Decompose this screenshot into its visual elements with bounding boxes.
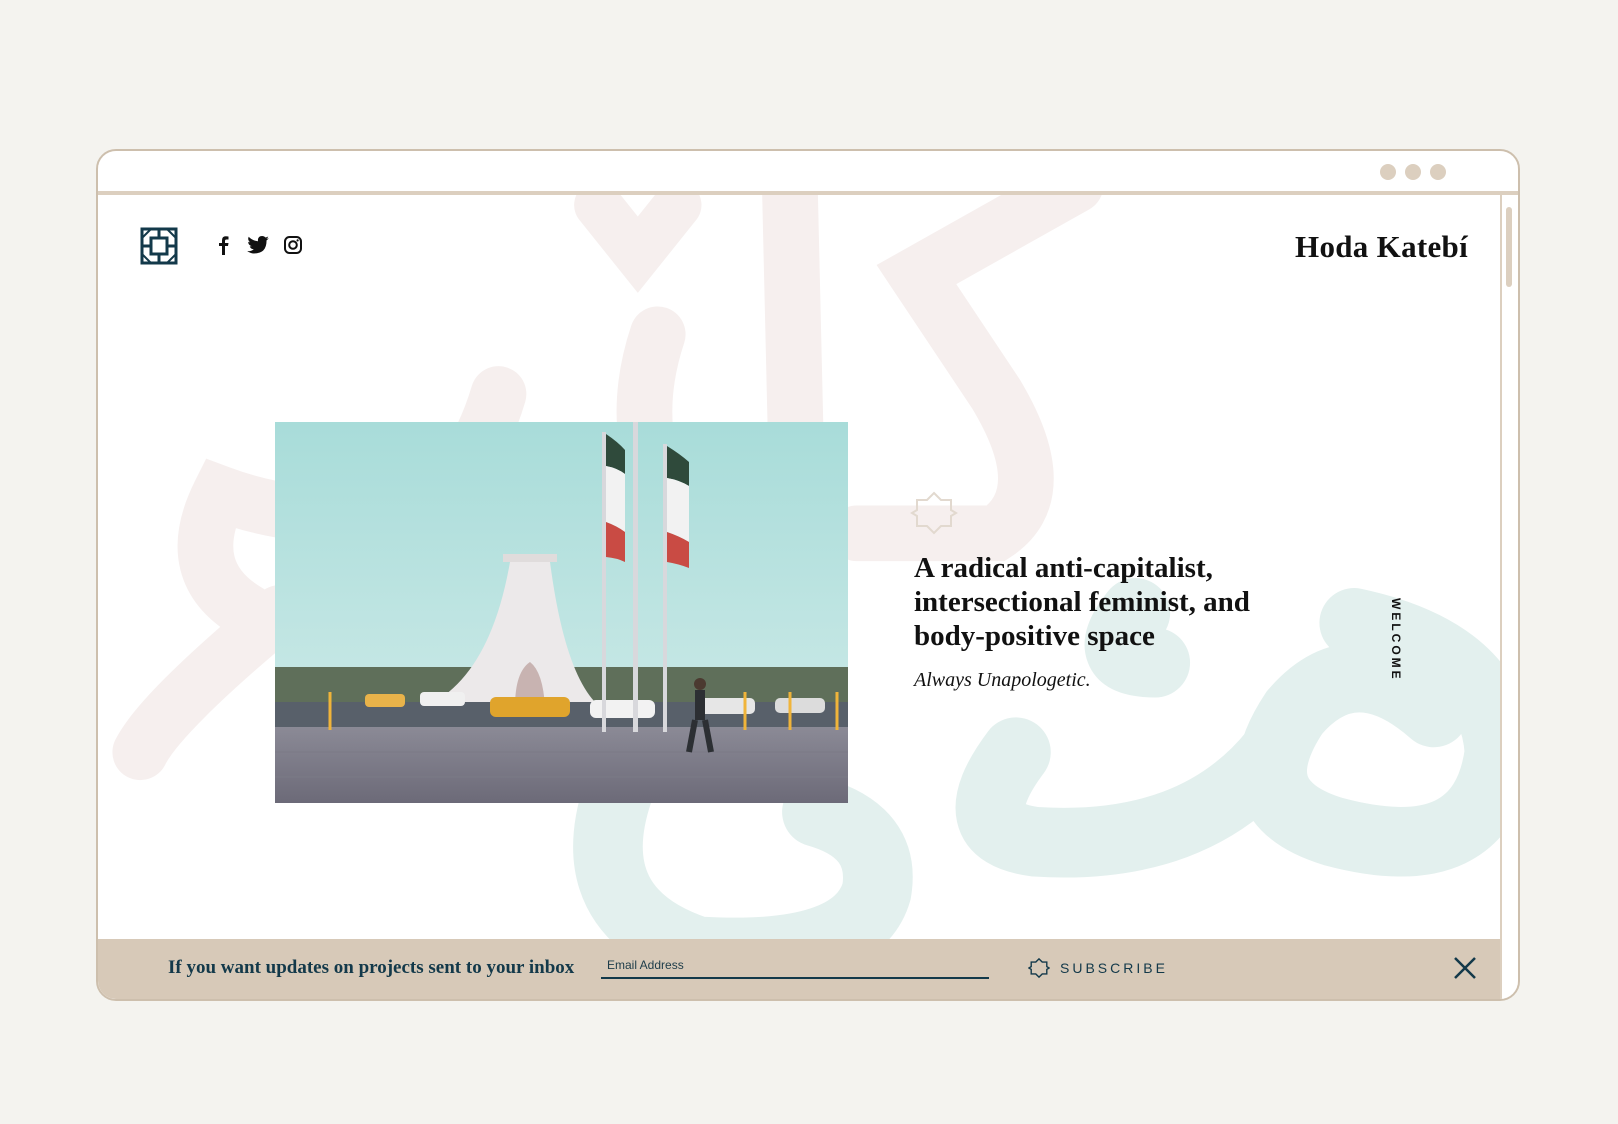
- star-ornament-icon: [910, 491, 958, 535]
- window-titlebar: [98, 151, 1518, 195]
- newsletter-prompt: If you want updates on projects sent to …: [168, 957, 575, 978]
- star-ornament-icon: [1028, 957, 1050, 979]
- vertical-scrollbar[interactable]: [1500, 195, 1518, 999]
- window-control-dot[interactable]: [1430, 164, 1446, 180]
- window-control-dot[interactable]: [1380, 164, 1396, 180]
- close-icon[interactable]: [1452, 955, 1478, 981]
- brand-name[interactable]: Hoda Katebí: [1295, 229, 1468, 265]
- twitter-icon[interactable]: [246, 233, 270, 257]
- subscribe-button[interactable]: SUBSCRIBE: [1028, 957, 1168, 979]
- brand-logo-icon[interactable]: [140, 227, 178, 265]
- facebook-icon[interactable]: [211, 233, 235, 257]
- newsletter-bar: If you want updates on projects sent to …: [98, 939, 1502, 999]
- hero-headline: A radical anti-capitalist, intersectiona…: [914, 552, 1250, 652]
- window-control-dot[interactable]: [1405, 164, 1421, 180]
- instagram-icon[interactable]: [281, 233, 305, 257]
- hero-tagline: Always Unapologetic.: [914, 669, 1091, 691]
- hero-photo: [275, 422, 848, 803]
- browser-window: Hoda Katebí A radical anti-capitalist, i…: [96, 149, 1520, 1001]
- subscribe-label: SUBSCRIBE: [1060, 960, 1168, 976]
- scrollbar-thumb[interactable]: [1506, 207, 1512, 287]
- email-field[interactable]: [601, 953, 989, 979]
- page-viewport: Hoda Katebí A radical anti-capitalist, i…: [98, 195, 1502, 999]
- welcome-side-label: WELCOME: [1389, 598, 1403, 682]
